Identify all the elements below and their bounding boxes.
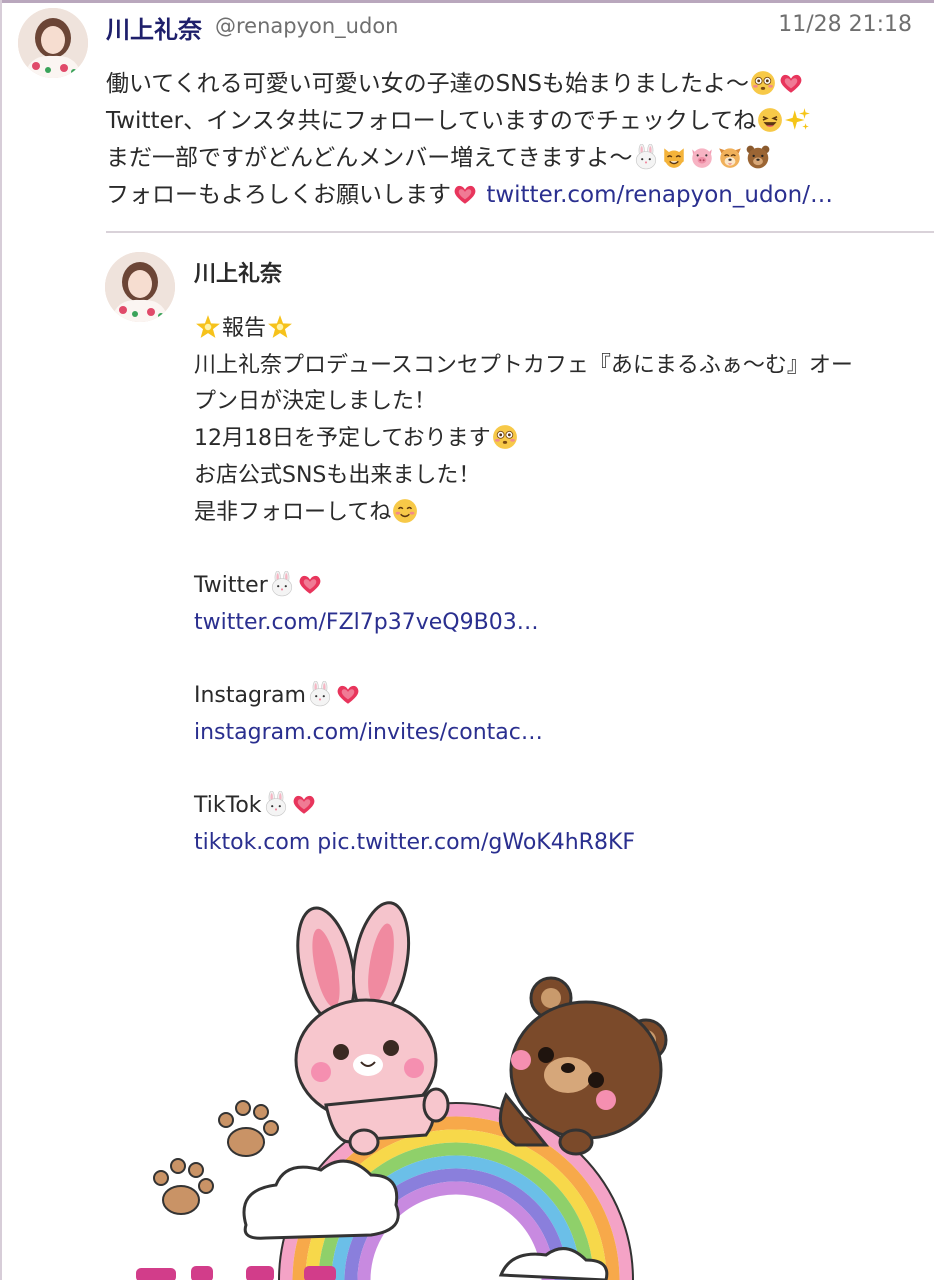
flushed-face-icon (492, 424, 518, 450)
heart-icon (297, 571, 323, 597)
instagram-link[interactable]: instagram.com/invites/contac… (194, 715, 924, 752)
tweet-timestamp[interactable]: 11/28 21:18 (778, 12, 912, 37)
pic-link[interactable]: pic.twitter.com/gWoK4hR8KF (317, 830, 635, 855)
tiktok-link[interactable]: tiktok.com (194, 830, 310, 855)
tweet-line-2-text: Twitter、インスタ共にフォローしていますのでチェックしてね (106, 108, 757, 134)
rabbit-face-icon (269, 570, 295, 597)
quoted-report-line: 報告 (194, 311, 924, 348)
tweet-line-3: まだ一部ですがどんどんメンバー増えてきますよ〜 (106, 140, 916, 177)
twitter-label: Twitter (194, 572, 268, 598)
heart-icon (452, 181, 478, 207)
star-icon (267, 314, 293, 340)
tweet-link[interactable]: twitter.com/renapyon_udon/… (486, 182, 833, 208)
tweet-line-4-text: フォローもよろしくお願いします (106, 182, 451, 208)
tiktok-label-line: TikTok (194, 788, 924, 825)
tweet-line-1: 働いてくれる可愛い可愛い女の子達のSNSも始まりましたよ〜 (106, 66, 916, 103)
dog-face-icon (717, 144, 743, 170)
tiktok-label: TikTok (194, 793, 262, 819)
quoted-line-3-text: 12月18日を予定しております (194, 426, 491, 452)
quoted-line-1: 川上礼奈プロデュースコンセプトカフェ『あにまるふぁ〜む』オー (194, 352, 853, 378)
quoted-author-name[interactable]: 川上礼奈 (194, 256, 282, 288)
author-handle[interactable]: @renapyon_udon (215, 14, 398, 38)
tweet-body: 働いてくれる可愛い可愛い女の子達のSNSも始まりましたよ〜 Twitter、イン… (106, 66, 916, 214)
cat-face-icon (661, 144, 687, 170)
twitter-label-line: Twitter (194, 568, 924, 605)
attached-image[interactable] (106, 880, 696, 1280)
quoted-line-3: 12月18日を予定しております (194, 421, 924, 458)
star-icon (195, 314, 221, 340)
instagram-label: Instagram (194, 683, 306, 708)
top-border (0, 0, 934, 3)
bear-face-icon (745, 144, 771, 170)
flushed-face-icon (750, 70, 776, 96)
quoted-author-avatar[interactable] (105, 252, 175, 322)
tweet-line-3-text: まだ一部ですがどんどんメンバー増えてきますよ〜 (106, 145, 633, 171)
rabbit-face-icon (633, 144, 659, 170)
left-border (0, 0, 2, 1280)
tweet-line-2: Twitter、インスタ共にフォローしていますのでチェックしてね (106, 103, 916, 140)
author-name[interactable]: 川上礼奈 (106, 10, 202, 45)
quoted-line-5: 是非フォローしてね (194, 495, 924, 532)
heart-icon (778, 70, 804, 96)
quoted-line-5-text: 是非フォローしてね (194, 499, 392, 525)
heart-icon (291, 791, 317, 817)
quoted-report-text: 報告 (222, 316, 267, 341)
smiling-face-icon (392, 498, 418, 524)
tweet-line-4: フォローもよろしくお願いします twitter.com/renapyon_udo… (106, 177, 916, 214)
laughing-face-icon (757, 107, 783, 133)
quote-divider (106, 231, 934, 233)
quoted-line-2: プン日が決定しました！ (194, 389, 437, 415)
instagram-label-line: Instagram (194, 678, 924, 715)
rabbit-face-icon (263, 791, 289, 817)
sparkles-icon (785, 107, 811, 133)
tweet-line-1-text: 働いてくれる可愛い可愛い女の子達のSNSも始まりましたよ〜 (106, 71, 750, 97)
heart-icon (335, 681, 361, 707)
quoted-line-4: お店公式SNSも出来ました！ (194, 462, 481, 488)
pig-face-icon (689, 144, 715, 170)
author-avatar[interactable] (18, 8, 88, 78)
tiktok-link-line: tiktok.com pic.twitter.com/gWoK4hR8KF (194, 825, 924, 862)
rabbit-face-icon (307, 681, 333, 707)
quoted-tweet-body: 報告 川上礼奈プロデュースコンセプトカフェ『あにまるふぁ〜む』オー プン日が決定… (194, 311, 924, 862)
twitter-link[interactable]: twitter.com/FZl7p37veQ9B03… (194, 605, 924, 642)
